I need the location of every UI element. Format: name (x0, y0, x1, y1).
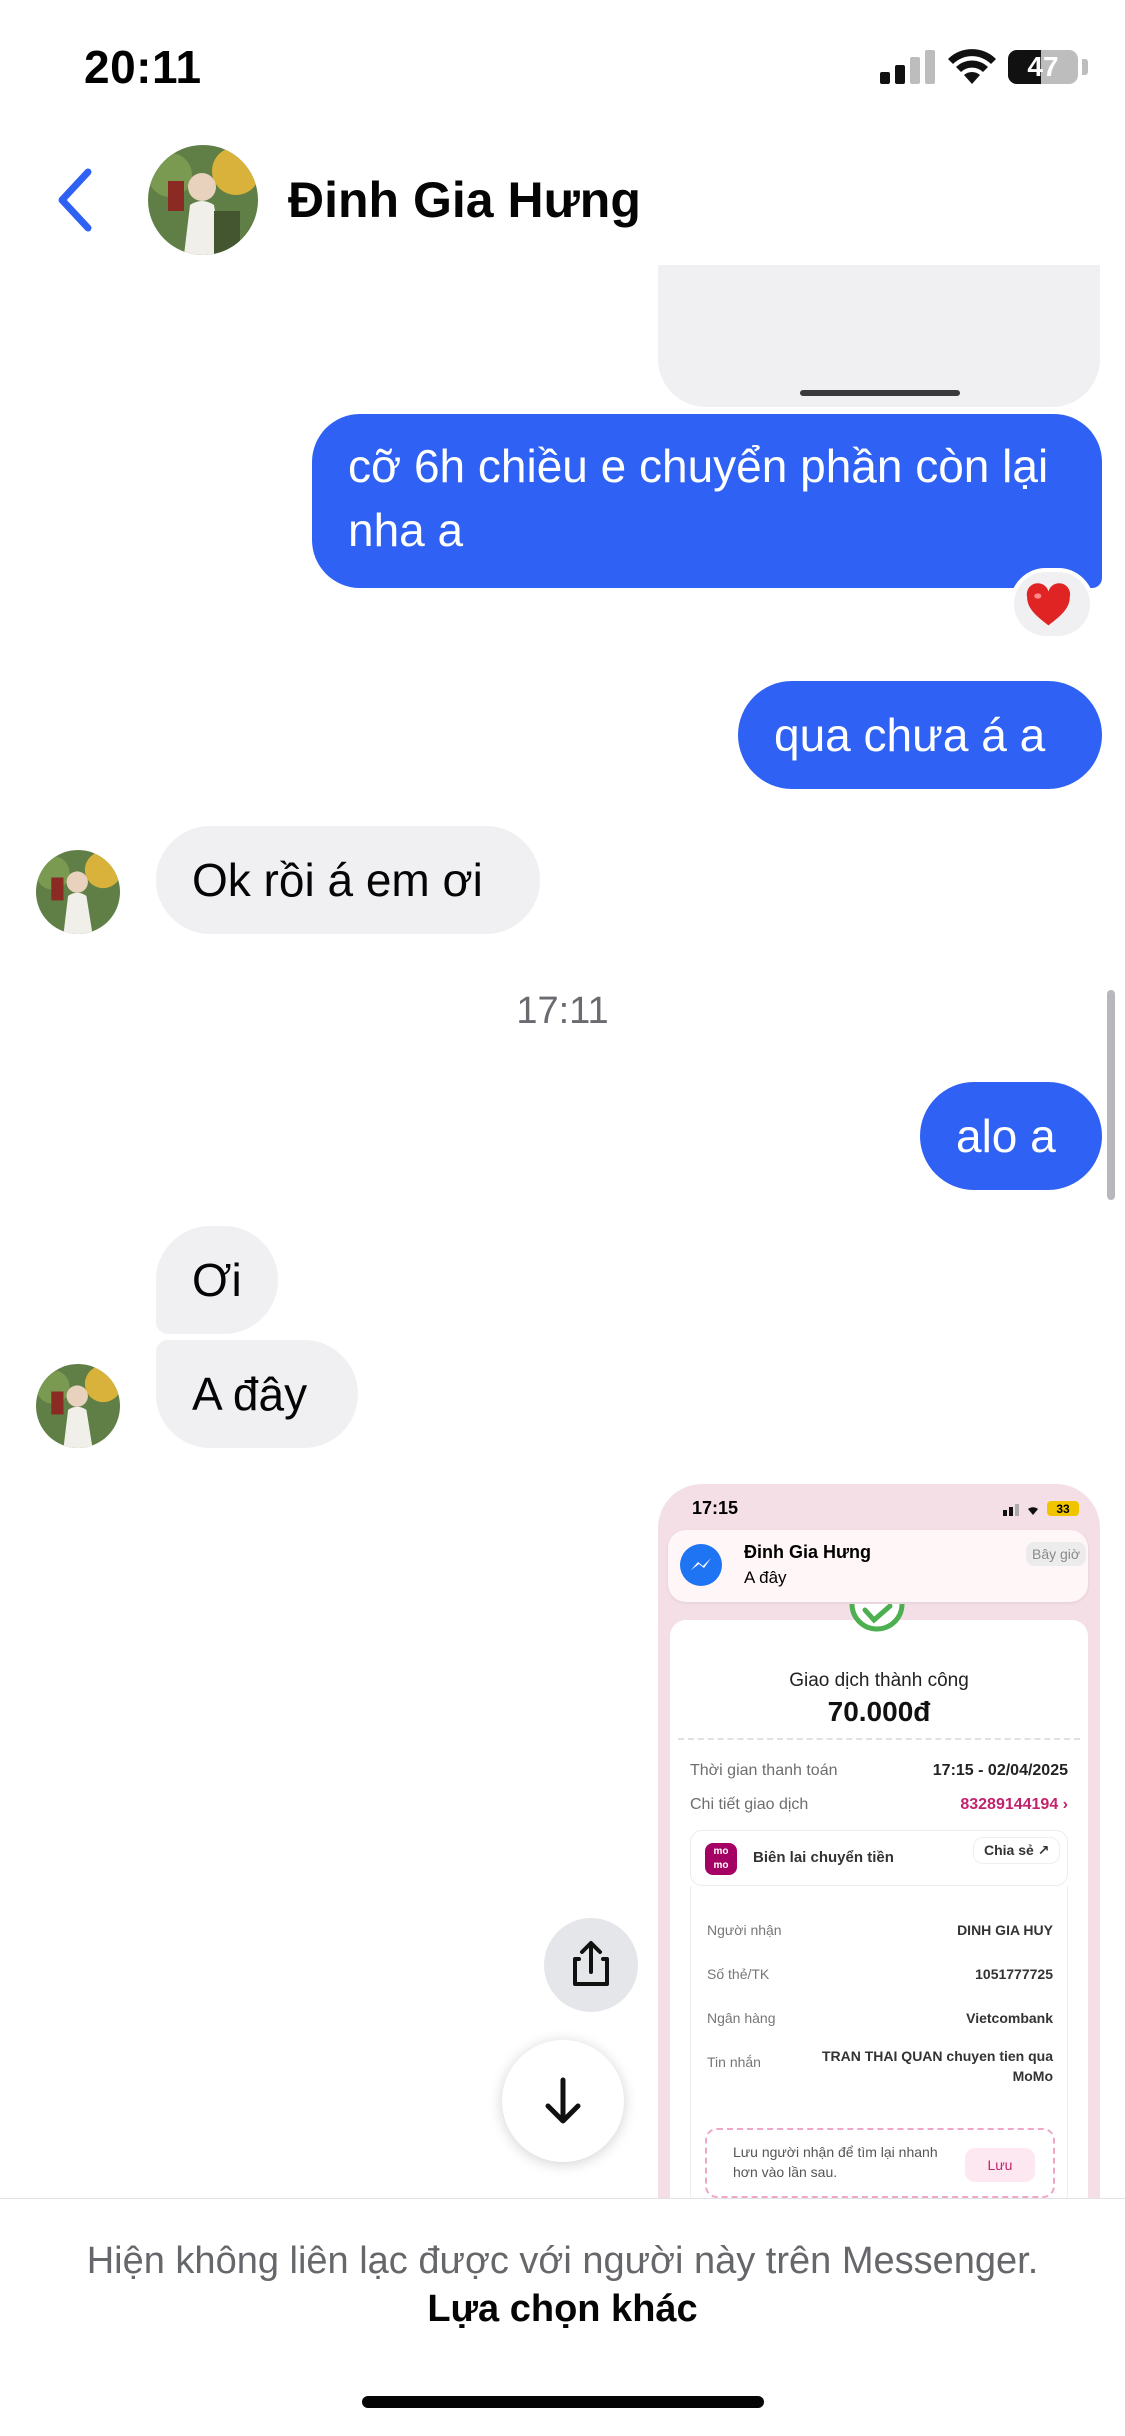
notice-text: Hiện không liên lạc được với người này t… (80, 2237, 1045, 2333)
cellular-signal-icon (880, 50, 935, 84)
avatar[interactable] (36, 850, 120, 934)
previous-media-card[interactable] (658, 265, 1100, 407)
home-indicator[interactable] (362, 2396, 764, 2408)
avatar[interactable] (36, 1364, 120, 1448)
message-bubble-outgoing[interactable]: cỡ 6h chiều e chuyển phần còn lại nha a (312, 414, 1102, 588)
battery-icon: 47 (1008, 50, 1078, 84)
notification-sender: Đinh Gia Hưng (744, 1542, 872, 1562)
message-bubble-incoming[interactable]: Ok rồi á em ơi (156, 826, 540, 934)
contact-photo (36, 1364, 120, 1448)
notification-message: A đây (744, 1568, 787, 1587)
battery-percentage: 47 (1027, 51, 1059, 82)
svg-text:33: 33 (1056, 1502, 1070, 1516)
transaction-status: Giao dịch thành công (789, 1670, 969, 1691)
receipt-header: mo mo Biên lai chuyển tiền Chia sẻ ↗ (690, 1830, 1068, 1886)
notification-banner: Đinh Gia Hưng A đây Bây giờ (668, 1530, 1088, 1602)
other-options-link[interactable]: Lựa chọn khác (427, 2288, 697, 2330)
save-recipient-button: Lưu (965, 2148, 1035, 2182)
notice-message: Hiện không liên lạc được với người này t… (86, 2240, 1039, 2282)
account-value: 1051777725 (975, 1966, 1053, 1982)
avatar[interactable] (148, 145, 258, 255)
screenshot-status-time: 17:15 (692, 1498, 739, 1518)
status-bar: 20:11 47 (0, 0, 1125, 135)
message-timestamp: 17:11 (516, 990, 609, 1032)
scrollbar[interactable] (1107, 990, 1115, 1200)
message-bubble-outgoing[interactable]: alo a (920, 1082, 1102, 1190)
check-icon (849, 1604, 905, 1632)
bank-value: Vietcombank (966, 2010, 1053, 2026)
account-label: Số thẻ/TK (707, 1966, 770, 1982)
momo-logo: mo mo (705, 1843, 737, 1875)
transaction-amount: 70.000đ (827, 1696, 931, 1727)
transaction-detail-label: Chi tiết giao dịch (690, 1796, 809, 1813)
share-button[interactable] (544, 1918, 638, 2012)
save-recipient-box: Lưu người nhận để tìm lại nhanh hơn vào … (705, 2128, 1055, 2198)
message-bubble-incoming[interactable]: Ơi (156, 1226, 278, 1334)
message-bubble-outgoing[interactable]: qua chưa á a (738, 681, 1102, 789)
chevron-left-icon[interactable] (50, 160, 100, 240)
divider (678, 1738, 1080, 1740)
wifi-icon (948, 49, 996, 84)
shared-image-message[interactable]: 17:15 33 Đinh Gia Hưng A đây Bây giờ Gia… (658, 1484, 1100, 2200)
status-time: 20:11 (84, 41, 202, 93)
contact-photo (148, 145, 258, 255)
note-value: TRAN THAI QUAN chuyen tien qua MoMo (821, 2048, 1053, 2084)
arrow-down-icon (545, 2077, 581, 2124)
share-label: Chia sẻ ↗ (973, 1837, 1061, 1864)
note-label: Tin nhắn (707, 2054, 761, 2070)
contact-name[interactable]: Đinh Gia Hưng (288, 171, 641, 229)
contact-photo (36, 850, 120, 934)
save-recipient-hint: Lưu người nhận để tìm lại nhanh hơn vào … (733, 2144, 938, 2180)
home-indicator-in-media (800, 390, 960, 396)
message-bubble-incoming[interactable]: A đây (156, 1340, 358, 1448)
transaction-id-link: 83289144194 › (960, 1796, 1068, 1813)
recipient-label: Người nhận (707, 1922, 782, 1938)
payment-time-label: Thời gian thanh toán (690, 1762, 838, 1779)
heart-reaction-icon[interactable] (1010, 568, 1094, 640)
share-icon (573, 1941, 609, 1986)
screenshot-status-icons: 33 (1003, 1501, 1079, 1516)
scroll-to-bottom-button[interactable] (502, 2040, 624, 2162)
heart-icon (1026, 583, 1071, 626)
chat-header: Đinh Gia Hưng (0, 135, 1125, 265)
messenger-icon (680, 1544, 722, 1586)
recipient-value: DINH GIA HUY (957, 1922, 1053, 1938)
notification-time: Bây giờ (1026, 1542, 1087, 1566)
receipt-title: Biên lai chuyển tiền (753, 1849, 894, 1866)
battery-cap (1082, 59, 1088, 75)
payment-time-value: 17:15 - 02/04/2025 (932, 1762, 1068, 1779)
receipt-details: Người nhận DINH GIA HUY Số thẻ/TK 105177… (690, 1886, 1068, 2200)
bank-label: Ngân hàng (707, 2010, 776, 2026)
